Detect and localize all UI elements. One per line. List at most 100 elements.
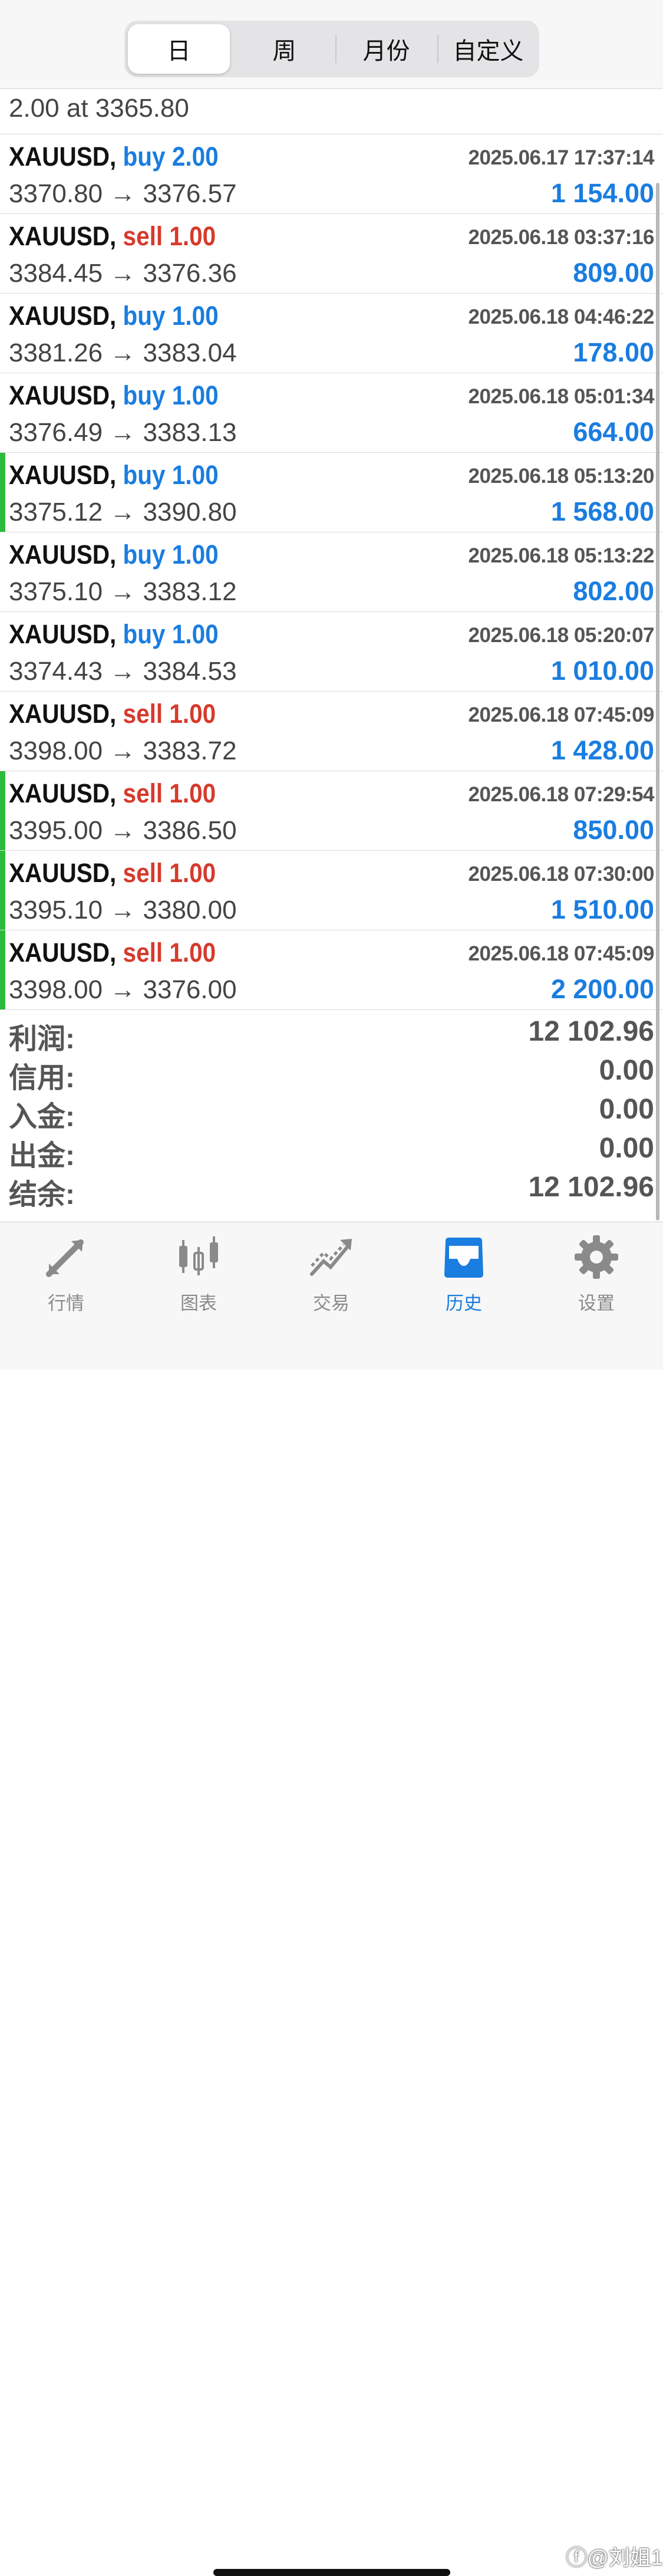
trade-symbol: XAUUSD, bbox=[9, 460, 117, 490]
trade-time: 2025.06.18 07:29:54 bbox=[468, 783, 655, 806]
trade-history-list[interactable]: 2.00 at 3365.80 XAUUSD, buy 2.00 2025.06.… bbox=[0, 89, 663, 1010]
trade-prices: 3398.00 → 3383.72 bbox=[9, 736, 237, 765]
period-month-button[interactable]: 月份 bbox=[335, 24, 437, 74]
trade-symbol: XAUUSD, bbox=[9, 619, 117, 649]
trade-row[interactable]: XAUUSD, buy 1.00 2025.06.18 05:13:22 3375.… bbox=[0, 532, 663, 612]
period-week-button[interactable]: 周 bbox=[233, 24, 335, 74]
tab-settings[interactable]: 设置 bbox=[552, 1233, 641, 1315]
trade-row[interactable]: XAUUSD, sell 1.00 2025.06.18 03:37:16 3384… bbox=[0, 214, 663, 294]
trade-prices: 3395.10 → 3380.00 bbox=[9, 896, 237, 925]
status-marker bbox=[0, 453, 5, 532]
trade-time: 2025.06.18 07:45:09 bbox=[468, 703, 655, 726]
trade-side: sell 1.00 bbox=[123, 937, 216, 968]
trade-row[interactable]: XAUUSD, sell 1.00 2025.06.18 07:30:00 3395… bbox=[0, 851, 663, 930]
trade-profit: 850.00 bbox=[573, 815, 654, 845]
trade-prices: 3398.00 → 3376.00 bbox=[9, 975, 237, 1004]
trade-row[interactable]: XAUUSD, buy 1.00 2025.06.18 05:20:07 3374.… bbox=[0, 612, 663, 692]
summary-row: 结余: 12 102.96 bbox=[0, 1167, 663, 1210]
trade-profit: 1 010.00 bbox=[550, 656, 654, 686]
trade-prices: 3376.49 → 3383.13 bbox=[9, 418, 237, 447]
tab-history[interactable]: 历史 bbox=[420, 1233, 508, 1315]
summary-value: 0.00 bbox=[599, 1055, 654, 1086]
trade-time: 2025.06.18 05:13:20 bbox=[468, 465, 655, 488]
trade-time: 2025.06.18 03:37:16 bbox=[468, 226, 655, 249]
trade-profit: 2 200.00 bbox=[550, 974, 654, 1004]
summary-row: 信用: 0.00 bbox=[0, 1051, 663, 1094]
tab-trade-label: 交易 bbox=[313, 1293, 349, 1314]
tab-history-label: 历史 bbox=[446, 1293, 482, 1314]
trade-prices: 3375.10 → 3383.12 bbox=[9, 577, 237, 606]
trade-prices: 3395.00 → 3386.50 bbox=[9, 816, 237, 845]
trade-prices: 3374.43 → 3384.53 bbox=[9, 657, 237, 686]
trade-row[interactable]: XAUUSD, buy 1.00 2025.06.18 04:46:22 3381.… bbox=[0, 294, 663, 373]
summary-value: 0.00 bbox=[599, 1133, 654, 1164]
trade-time: 2025.06.18 05:01:34 bbox=[468, 385, 655, 408]
trade-prices: 3384.45 → 3376.36 bbox=[9, 259, 237, 288]
trade-side: sell 1.00 bbox=[123, 699, 216, 729]
trade-row[interactable]: XAUUSD, buy 2.00 2025.06.17 17:37:14 3370.… bbox=[0, 134, 663, 214]
trade-title: XAUUSD, sell 1.00 bbox=[9, 221, 216, 252]
trade-row[interactable]: XAUUSD, buy 1.00 2025.06.18 05:01:34 3376.… bbox=[0, 373, 663, 453]
trade-title: XAUUSD, sell 1.00 bbox=[9, 858, 216, 889]
trade-profit: 1 154.00 bbox=[550, 178, 654, 208]
settings-icon bbox=[575, 1235, 618, 1279]
status-marker bbox=[0, 851, 5, 930]
trade-symbol: XAUUSD, bbox=[9, 858, 117, 888]
quotes-icon bbox=[46, 1239, 84, 1277]
trade-side: buy 1.00 bbox=[123, 301, 219, 331]
trade-profit: 178.00 bbox=[573, 337, 654, 367]
trade-profit: 809.00 bbox=[573, 258, 654, 288]
trade-symbol: XAUUSD, bbox=[9, 380, 117, 410]
trade-prices: 3370.80 → 3376.57 bbox=[9, 179, 237, 208]
trade-title: XAUUSD, sell 1.00 bbox=[9, 778, 216, 809]
trade-profit: 802.00 bbox=[573, 576, 654, 606]
account-summary: 利润: 12 102.96 信用: 0.00 入金: 0.00 出金: 0.00 结余: 12 1… bbox=[0, 1012, 663, 1210]
tab-trade[interactable]: 交易 bbox=[287, 1233, 375, 1315]
partial-trade-row[interactable]: 2.00 at 3365.80 bbox=[0, 89, 663, 134]
trade-row[interactable]: XAUUSD, buy 1.00 2025.06.18 05:13:20 3375.… bbox=[0, 453, 663, 532]
summary-label: 结余: bbox=[9, 1179, 75, 1210]
trade-side: sell 1.00 bbox=[123, 858, 216, 888]
partial-trade-text: 2.00 at 3365.80 bbox=[9, 94, 189, 123]
summary-value: 12 102.96 bbox=[528, 1016, 654, 1047]
trade-prices: 3375.12 → 3390.80 bbox=[9, 498, 237, 527]
trade-title: XAUUSD, buy 1.00 bbox=[9, 619, 219, 650]
period-custom-button[interactable]: 自定义 bbox=[437, 24, 539, 74]
status-marker bbox=[0, 930, 5, 1009]
trade-title: XAUUSD, sell 1.00 bbox=[9, 937, 216, 968]
trade-symbol: XAUUSD, bbox=[9, 301, 117, 331]
trade-prices: 3381.26 → 3383.04 bbox=[9, 338, 237, 367]
period-day-button[interactable]: 日 bbox=[128, 24, 230, 74]
trade-title: XAUUSD, buy 1.00 bbox=[9, 460, 219, 491]
trade-side: buy 1.00 bbox=[123, 619, 219, 649]
trade-symbol: XAUUSD, bbox=[9, 221, 117, 251]
trade-side: buy 1.00 bbox=[123, 460, 219, 490]
trade-profit: 1 568.00 bbox=[550, 496, 654, 527]
trade-profit: 664.00 bbox=[573, 417, 654, 447]
trade-profit: 1 428.00 bbox=[550, 735, 654, 765]
tab-chart[interactable]: 图表 bbox=[154, 1233, 243, 1315]
trade-symbol: XAUUSD, bbox=[9, 778, 117, 808]
trade-side: buy 1.00 bbox=[123, 539, 219, 570]
trade-row[interactable]: XAUUSD, sell 1.00 2025.06.18 07:45:09 3398… bbox=[0, 930, 663, 1010]
trade-time: 2025.06.18 07:45:09 bbox=[468, 942, 655, 965]
trade-side: sell 1.00 bbox=[123, 221, 216, 251]
tab-quotes[interactable]: 行情 bbox=[22, 1233, 110, 1315]
trade-symbol: XAUUSD, bbox=[9, 699, 117, 729]
summary-value: 12 102.96 bbox=[528, 1172, 654, 1203]
trade-profit: 1 510.00 bbox=[550, 894, 654, 925]
trade-title: XAUUSD, buy 1.00 bbox=[9, 380, 219, 411]
trade-title: XAUUSD, buy 1.00 bbox=[9, 539, 219, 570]
summary-row: 利润: 12 102.96 bbox=[0, 1012, 663, 1055]
trade-row[interactable]: XAUUSD, sell 1.00 2025.06.18 07:45:09 3398… bbox=[0, 692, 663, 771]
trade-symbol: XAUUSD, bbox=[9, 142, 117, 172]
bottom-tab-bar: 行情 图表 交易 历史 设置 ⓕ@刘姐1 bbox=[0, 1222, 663, 2576]
trade-time: 2025.06.18 07:30:00 bbox=[468, 863, 655, 886]
trade-title: XAUUSD, buy 1.00 bbox=[9, 301, 219, 331]
trade-row[interactable]: XAUUSD, sell 1.00 2025.06.18 07:29:54 3395… bbox=[0, 771, 663, 851]
trade-side: buy 1.00 bbox=[123, 380, 219, 410]
status-marker bbox=[0, 771, 5, 850]
trade-time: 2025.06.18 05:20:07 bbox=[468, 624, 655, 647]
trade-time: 2025.06.18 05:13:22 bbox=[468, 544, 655, 567]
trade-title: XAUUSD, sell 1.00 bbox=[9, 699, 216, 729]
